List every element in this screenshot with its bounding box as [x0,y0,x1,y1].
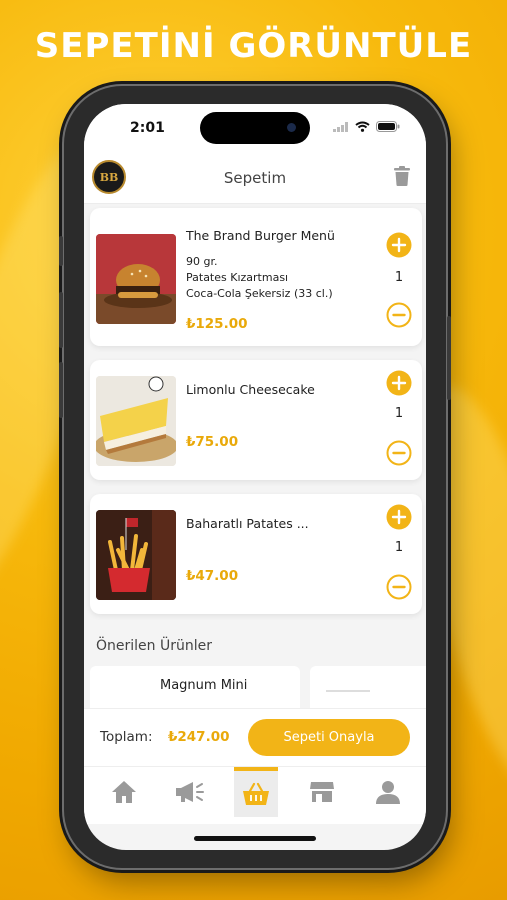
increase-quantity-button[interactable] [386,370,412,396]
home-icon [112,781,136,803]
phone-frame: 2:01 BB Sepetim The Brand Burger Menü 90… [59,86,451,868]
phone-power-button [447,316,451,400]
tab-profile[interactable] [366,767,410,817]
item-quantity: 1 [394,406,404,421]
cheesecake-illustration [96,376,176,466]
decrease-quantity-button[interactable] [386,440,412,466]
item-desc-line: Coca-Cola Şekersiz (33 cl.) [186,287,333,300]
tab-cart[interactable] [234,767,278,817]
fries-illustration [96,510,176,600]
fries-image[interactable] [96,510,176,600]
promo-title: SEPETİNİ GÖRÜNTÜLE [34,26,473,66]
tab-campaigns[interactable] [168,767,212,817]
status-time: 2:01 [130,120,165,136]
tab-bar [84,766,426,824]
item-quantity: 1 [394,540,404,555]
item-name: The Brand Burger Menü [186,228,335,243]
item-desc-line: 90 gr. [186,255,218,268]
signal-icon [333,121,348,132]
phone-volume-up [59,292,63,348]
store-icon [310,782,334,802]
wifi-icon [355,121,370,132]
burger-image[interactable] [96,234,176,324]
cart-item: Limonlu Cheesecake ₺75.00 1 [90,360,422,480]
phone-side-button [59,236,63,266]
total-value: ₺247.00 [168,729,230,745]
item-price: ₺75.00 [186,434,239,450]
increase-quantity-button[interactable] [386,232,412,258]
item-desc-line: Patates Kızartması [186,271,289,284]
cart-item: Baharatlı Patates ... ₺47.00 1 [90,494,422,614]
item-name: Baharatlı Patates ... [186,516,309,531]
increase-quantity-button[interactable] [386,504,412,530]
placeholder-line [326,690,370,692]
cart-item: The Brand Burger Menü 90 gr. Patates Kız… [90,208,422,346]
item-price: ₺47.00 [186,568,239,584]
confirm-cart-button[interactable]: Sepeti Onayla [248,719,410,756]
status-icons [333,121,400,132]
checkout-bar: Toplam: ₺247.00 Sepeti Onayla [84,708,426,766]
phone-volume-down [59,362,63,418]
app-header: BB Sepetim [84,152,426,204]
item-quantity: 1 [394,270,404,285]
app-screen: 2:01 BB Sepetim The Brand Burger Menü 90… [84,104,426,850]
dynamic-island [200,112,310,144]
basket-icon [243,782,269,805]
tab-home[interactable] [102,767,146,817]
battery-icon [376,121,400,132]
suggestions-title: Önerilen Ürünler [96,638,212,654]
item-name: Limonlu Cheesecake [186,382,315,397]
tab-stores[interactable] [300,767,344,817]
item-price: ₺125.00 [186,316,248,332]
cheesecake-image[interactable] [96,376,176,466]
suggested-product-name: Magnum Mini [160,678,248,693]
megaphone-icon [176,782,204,802]
trash-icon[interactable] [394,166,410,186]
total-label: Toplam: [100,729,153,745]
home-indicator [194,836,316,841]
page-title: Sepetim [223,169,287,187]
user-icon [376,781,400,804]
burger-illustration [96,234,176,324]
status-bar: 2:01 [84,104,426,152]
decrease-quantity-button[interactable] [386,302,412,328]
decrease-quantity-button[interactable] [386,574,412,600]
camera-dot [287,123,296,132]
